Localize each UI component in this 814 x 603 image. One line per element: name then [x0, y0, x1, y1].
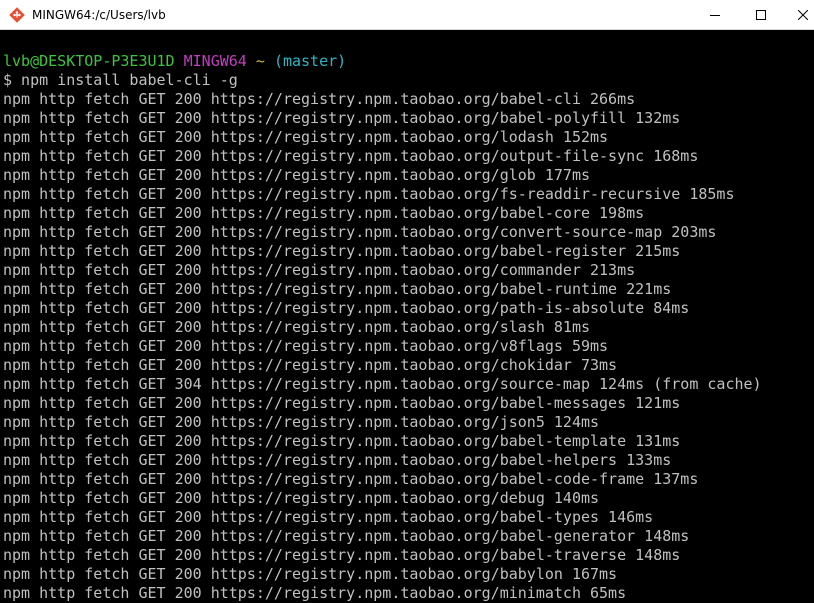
git-bash-icon	[9, 7, 25, 23]
output-line: npm http fetch GET 200 https://registry.…	[3, 432, 681, 450]
output-line: npm http fetch GET 200 https://registry.…	[3, 280, 672, 298]
terminal-window: MINGW64:/c/Users/lvb lvb@DESKTOP-P3E3U1D…	[0, 0, 814, 603]
output-line: npm http fetch GET 200 https://registry.…	[3, 185, 735, 203]
prompt-shell: MINGW64	[183, 52, 247, 70]
output-line: npm http fetch GET 200 https://registry.…	[3, 261, 636, 279]
output-line: npm http fetch GET 200 https://registry.…	[3, 584, 627, 602]
prompt-directory: ~	[255, 52, 265, 70]
output-line: npm http fetch GET 200 https://registry.…	[3, 166, 590, 184]
output-line: npm http fetch GET 200 https://registry.…	[3, 527, 690, 545]
prompt-branch: (master)	[273, 52, 347, 70]
output-line: npm http fetch GET 200 https://registry.…	[3, 204, 645, 222]
output-line: npm http fetch GET 200 https://registry.…	[3, 470, 699, 488]
output-line: npm http fetch GET 200 https://registry.…	[3, 546, 681, 564]
close-button[interactable]	[784, 0, 814, 30]
output-line: npm http fetch GET 200 https://registry.…	[3, 451, 672, 469]
output-line: npm http fetch GET 200 https://registry.…	[3, 147, 699, 165]
minimize-button[interactable]	[692, 0, 738, 30]
output-line: npm http fetch GET 200 https://registry.…	[3, 223, 717, 241]
output-line: npm http fetch GET 200 https://registry.…	[3, 128, 609, 146]
maximize-button[interactable]	[738, 0, 784, 30]
output-line: npm http fetch GET 200 https://registry.…	[3, 299, 690, 317]
prompt-line: lvb@DESKTOP-P3E3U1D MINGW64 ~ (master)	[3, 52, 814, 71]
output-line: npm http fetch GET 200 https://registry.…	[3, 242, 681, 260]
prompt-user-host: lvb@DESKTOP-P3E3U1D	[3, 52, 175, 70]
output-line: npm http fetch GET 200 https://registry.…	[3, 356, 618, 374]
output-lines: npm http fetch GET 200 https://registry.…	[3, 90, 814, 603]
command-line: $ npm install babel-cli -g	[3, 71, 238, 89]
title-bar[interactable]: MINGW64:/c/Users/lvb	[0, 0, 814, 30]
output-line: npm http fetch GET 200 https://registry.…	[3, 394, 681, 412]
output-line: npm http fetch GET 304 https://registry.…	[3, 375, 762, 393]
window-title: MINGW64:/c/Users/lvb	[32, 8, 166, 22]
terminal-output[interactable]: lvb@DESKTOP-P3E3U1D MINGW64 ~ (master) $…	[0, 30, 814, 603]
output-line: npm http fetch GET 200 https://registry.…	[3, 489, 600, 507]
output-line: npm http fetch GET 200 https://registry.…	[3, 109, 681, 127]
output-line: npm http fetch GET 200 https://registry.…	[3, 508, 654, 526]
output-line: npm http fetch GET 200 https://registry.…	[3, 90, 636, 108]
output-line: npm http fetch GET 200 https://registry.…	[3, 413, 600, 431]
output-line: npm http fetch GET 200 https://registry.…	[3, 318, 590, 336]
output-line: npm http fetch GET 200 https://registry.…	[3, 565, 618, 583]
output-line: npm http fetch GET 200 https://registry.…	[3, 337, 609, 355]
